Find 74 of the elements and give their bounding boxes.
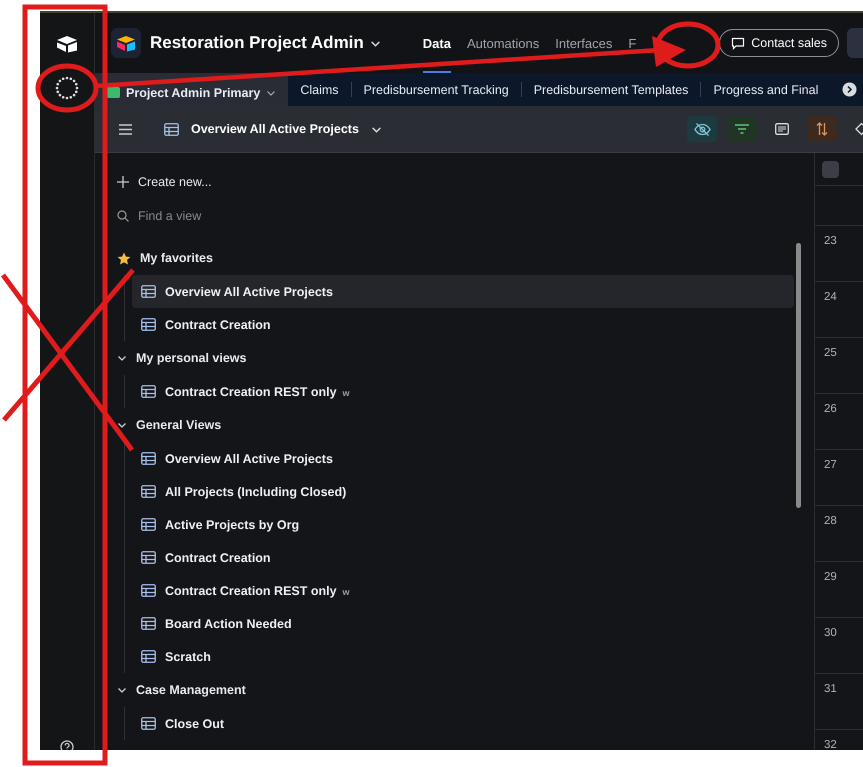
row-number: 26 [824, 403, 837, 415]
table-tab[interactable]: Claims [288, 73, 351, 106]
grid-icon [141, 584, 156, 597]
view-item[interactable]: Contract Creation [132, 541, 794, 574]
select-all-checkbox[interactable] [822, 161, 839, 178]
grid-icon [164, 122, 179, 136]
view-item[interactable]: Overview All Active Projects [132, 275, 794, 308]
sort-button[interactable] [807, 116, 837, 142]
grid-icon [141, 551, 156, 564]
section-heading[interactable]: General Views [136, 418, 222, 432]
grid-icon [141, 717, 156, 730]
menu-icon[interactable] [119, 124, 132, 134]
loading-spinner-icon [54, 75, 80, 101]
annotation-circle [36, 64, 98, 112]
app-logo[interactable] [111, 28, 141, 58]
plus-icon [117, 176, 129, 188]
view-item[interactable]: All Projects (Including Closed) [132, 475, 794, 508]
view-item[interactable]: Contract Creation REST only w [132, 375, 794, 408]
chat-icon [731, 36, 746, 50]
section-heading[interactable]: My personal views [136, 351, 246, 365]
filter-button[interactable] [727, 116, 757, 142]
grid-icon [141, 452, 156, 465]
row-number: 30 [824, 627, 837, 639]
row-number: 28 [824, 515, 837, 527]
row-number: 27 [824, 459, 837, 471]
section-heading[interactable]: My favorites [140, 251, 213, 265]
grid-icon [141, 518, 156, 531]
view-item[interactable]: Overview All Active Projects [132, 442, 794, 475]
grid-icon [141, 617, 156, 630]
scrollbar[interactable] [796, 243, 801, 508]
star-icon [117, 252, 131, 264]
chevron-icon[interactable] [117, 420, 127, 430]
view-item[interactable]: Scratch [132, 640, 794, 673]
list-icon [775, 123, 789, 135]
view-item[interactable]: Close Out [132, 707, 794, 740]
base-title[interactable]: Restoration Project Admin [150, 33, 364, 53]
row-number: 29 [824, 571, 837, 583]
annotation-circle [656, 22, 720, 68]
row-number: 31 [824, 683, 837, 695]
table-icon [107, 87, 120, 98]
table-tab[interactable]: Predisbursement Tracking [352, 73, 521, 106]
view-item[interactable]: Contract Creation REST only w [132, 574, 794, 607]
logo-icon[interactable] [56, 35, 78, 53]
chevron-icon[interactable] [117, 685, 127, 695]
scroll-right-icon[interactable] [842, 82, 857, 97]
find-view-field[interactable]: Find a view [138, 209, 338, 223]
help-icon[interactable] [60, 740, 74, 750]
grid-icon [141, 485, 156, 498]
filter-icon [735, 124, 749, 134]
search-icon [117, 210, 129, 222]
grid-icon [141, 385, 156, 398]
grid-icon [141, 650, 156, 663]
nav-tab[interactable]: F [628, 13, 636, 73]
contact-sales-button[interactable]: Contact sales [719, 29, 839, 57]
table-tab[interactable]: Predisbursement Templates [522, 73, 700, 106]
view-item[interactable]: Board Action Needed [132, 607, 794, 640]
hide-fields-button[interactable] [687, 116, 717, 142]
chevron-icon[interactable] [117, 353, 127, 363]
row-number: 24 [824, 291, 837, 303]
create-new-button[interactable]: Create new... [138, 175, 212, 189]
grid-icon [141, 318, 156, 331]
row-number: 23 [824, 235, 837, 247]
view-item[interactable]: Active Projects by Org [132, 508, 794, 541]
nav-tab[interactable]: Automations [466, 13, 540, 73]
nav-tab[interactable]: Interfaces [555, 13, 612, 73]
section-heading[interactable]: Case Management [136, 683, 246, 697]
table-tab[interactable]: Progress and Final [701, 73, 830, 106]
sort-icon [816, 122, 828, 136]
row-number: 25 [824, 347, 837, 359]
row-number: 32 [824, 739, 837, 750]
eye-off-icon [694, 122, 710, 136]
grid-icon [141, 285, 156, 298]
view-title[interactable]: Overview All Active Projects [191, 122, 359, 136]
view-item[interactable]: Contract Creation [132, 308, 794, 341]
